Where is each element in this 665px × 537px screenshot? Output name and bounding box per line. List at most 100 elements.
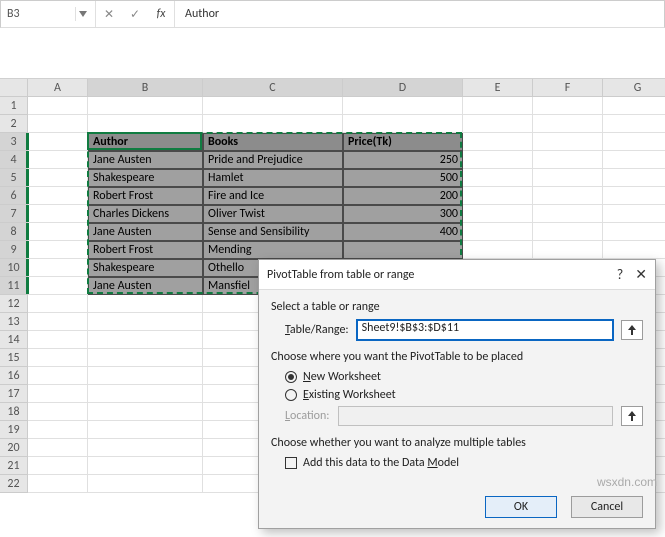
cell-C9[interactable]: Mending — [203, 241, 343, 259]
cell-B8[interactable]: Jane Austen — [88, 223, 203, 241]
cell-F4[interactable] — [533, 151, 603, 169]
cell-A19[interactable] — [28, 421, 88, 439]
cell-A18[interactable] — [28, 403, 88, 421]
cell-A21[interactable] — [28, 457, 88, 475]
cell-A10[interactable] — [28, 259, 88, 277]
cell-C7[interactable]: Oliver Twist — [203, 205, 343, 223]
table-range-input[interactable]: Sheet9!$B$3:$D$11 — [357, 320, 613, 340]
cell-D2[interactable] — [343, 115, 463, 133]
cell-G6[interactable] — [603, 187, 665, 205]
cell-D3[interactable]: Price(Tk) — [343, 133, 463, 151]
cell-A9[interactable] — [28, 241, 88, 259]
column-header-B[interactable]: B — [88, 79, 203, 97]
cell-F1[interactable] — [533, 97, 603, 115]
cell-F6[interactable] — [533, 187, 603, 205]
cell-A4[interactable] — [28, 151, 88, 169]
cell-D7[interactable]: 300 — [343, 205, 463, 223]
row-header-9[interactable]: 9 — [0, 241, 28, 259]
row-header-8[interactable]: 8 — [0, 223, 28, 241]
row-header-1[interactable]: 1 — [0, 97, 28, 115]
row-header-16[interactable]: 16 — [0, 367, 28, 385]
cell-G2[interactable] — [603, 115, 665, 133]
collapse-dialog-button[interactable] — [621, 320, 643, 340]
cell-B11[interactable]: Jane Austen — [88, 277, 203, 295]
column-header-F[interactable]: F — [533, 79, 603, 97]
cell-B19[interactable] — [88, 421, 203, 439]
cell-C3[interactable]: Books — [203, 133, 343, 151]
row-header-4[interactable]: 4 — [0, 151, 28, 169]
cell-B7[interactable]: Charles Dickens — [88, 205, 203, 223]
cell-E3[interactable] — [463, 133, 533, 151]
column-header-A[interactable]: A — [28, 79, 88, 97]
cell-A6[interactable] — [28, 187, 88, 205]
row-header-19[interactable]: 19 — [0, 421, 28, 439]
cell-F8[interactable] — [533, 223, 603, 241]
cancel-button[interactable]: Cancel — [571, 496, 643, 518]
row-header-12[interactable]: 12 — [0, 295, 28, 313]
cell-C4[interactable]: Pride and Prejudice — [203, 151, 343, 169]
cell-D4[interactable]: 250 — [343, 151, 463, 169]
close-button[interactable]: ✕ — [635, 266, 647, 283]
cell-A20[interactable] — [28, 439, 88, 457]
cell-A2[interactable] — [28, 115, 88, 133]
cell-A12[interactable] — [28, 295, 88, 313]
cell-B21[interactable] — [88, 457, 203, 475]
cell-B20[interactable] — [88, 439, 203, 457]
cell-G1[interactable] — [603, 97, 665, 115]
cell-E2[interactable] — [463, 115, 533, 133]
cell-B18[interactable] — [88, 403, 203, 421]
cell-G5[interactable] — [603, 169, 665, 187]
cell-E4[interactable] — [463, 151, 533, 169]
cell-F2[interactable] — [533, 115, 603, 133]
radio-existing-worksheet[interactable] — [285, 389, 297, 401]
collapse-location-button[interactable] — [621, 406, 643, 426]
cell-D6[interactable]: 200 — [343, 187, 463, 205]
row-header-22[interactable]: 22 — [0, 475, 28, 493]
cell-A15[interactable] — [28, 349, 88, 367]
cell-F7[interactable] — [533, 205, 603, 223]
row-header-3[interactable]: 3 — [0, 133, 28, 151]
cell-B2[interactable] — [88, 115, 203, 133]
column-header-C[interactable]: C — [203, 79, 343, 97]
row-header-18[interactable]: 18 — [0, 403, 28, 421]
cell-A17[interactable] — [28, 385, 88, 403]
cell-B15[interactable] — [88, 349, 203, 367]
cell-A7[interactable] — [28, 205, 88, 223]
select-all-cell[interactable] — [0, 79, 28, 97]
cell-B16[interactable] — [88, 367, 203, 385]
name-box-dropdown-icon[interactable] — [75, 7, 89, 21]
cell-B3[interactable]: Author — [88, 133, 203, 151]
cancel-entry-button[interactable]: ✕ — [96, 1, 122, 27]
column-header-D[interactable]: D — [343, 79, 463, 97]
radio-new-worksheet[interactable] — [285, 371, 297, 383]
cell-B5[interactable]: Shakespeare — [88, 169, 203, 187]
cell-A13[interactable] — [28, 313, 88, 331]
cell-D8[interactable]: 400 — [343, 223, 463, 241]
cell-F5[interactable] — [533, 169, 603, 187]
cell-G8[interactable] — [603, 223, 665, 241]
cell-B4[interactable]: Jane Austen — [88, 151, 203, 169]
cell-C8[interactable]: Sense and Sensibility — [203, 223, 343, 241]
cell-A22[interactable] — [28, 475, 88, 493]
cell-E8[interactable] — [463, 223, 533, 241]
cell-B9[interactable]: Robert Frost — [88, 241, 203, 259]
cell-F9[interactable] — [533, 241, 603, 259]
cell-A5[interactable] — [28, 169, 88, 187]
row-header-11[interactable]: 11 — [0, 277, 28, 295]
column-header-G[interactable]: G — [603, 79, 665, 97]
name-box[interactable]: B3 — [1, 1, 96, 27]
cell-A1[interactable] — [28, 97, 88, 115]
dialog-titlebar[interactable]: PivotTable from table or range ? ✕ — [259, 260, 655, 290]
cell-E9[interactable] — [463, 241, 533, 259]
cell-B17[interactable] — [88, 385, 203, 403]
cell-E6[interactable] — [463, 187, 533, 205]
cell-D5[interactable]: 500 — [343, 169, 463, 187]
row-header-15[interactable]: 15 — [0, 349, 28, 367]
cell-B10[interactable]: Shakespeare — [88, 259, 203, 277]
row-header-2[interactable]: 2 — [0, 115, 28, 133]
cell-C6[interactable]: Fire and Ice — [203, 187, 343, 205]
cell-A8[interactable] — [28, 223, 88, 241]
column-header-E[interactable]: E — [463, 79, 533, 97]
cell-D1[interactable] — [343, 97, 463, 115]
cell-B13[interactable] — [88, 313, 203, 331]
